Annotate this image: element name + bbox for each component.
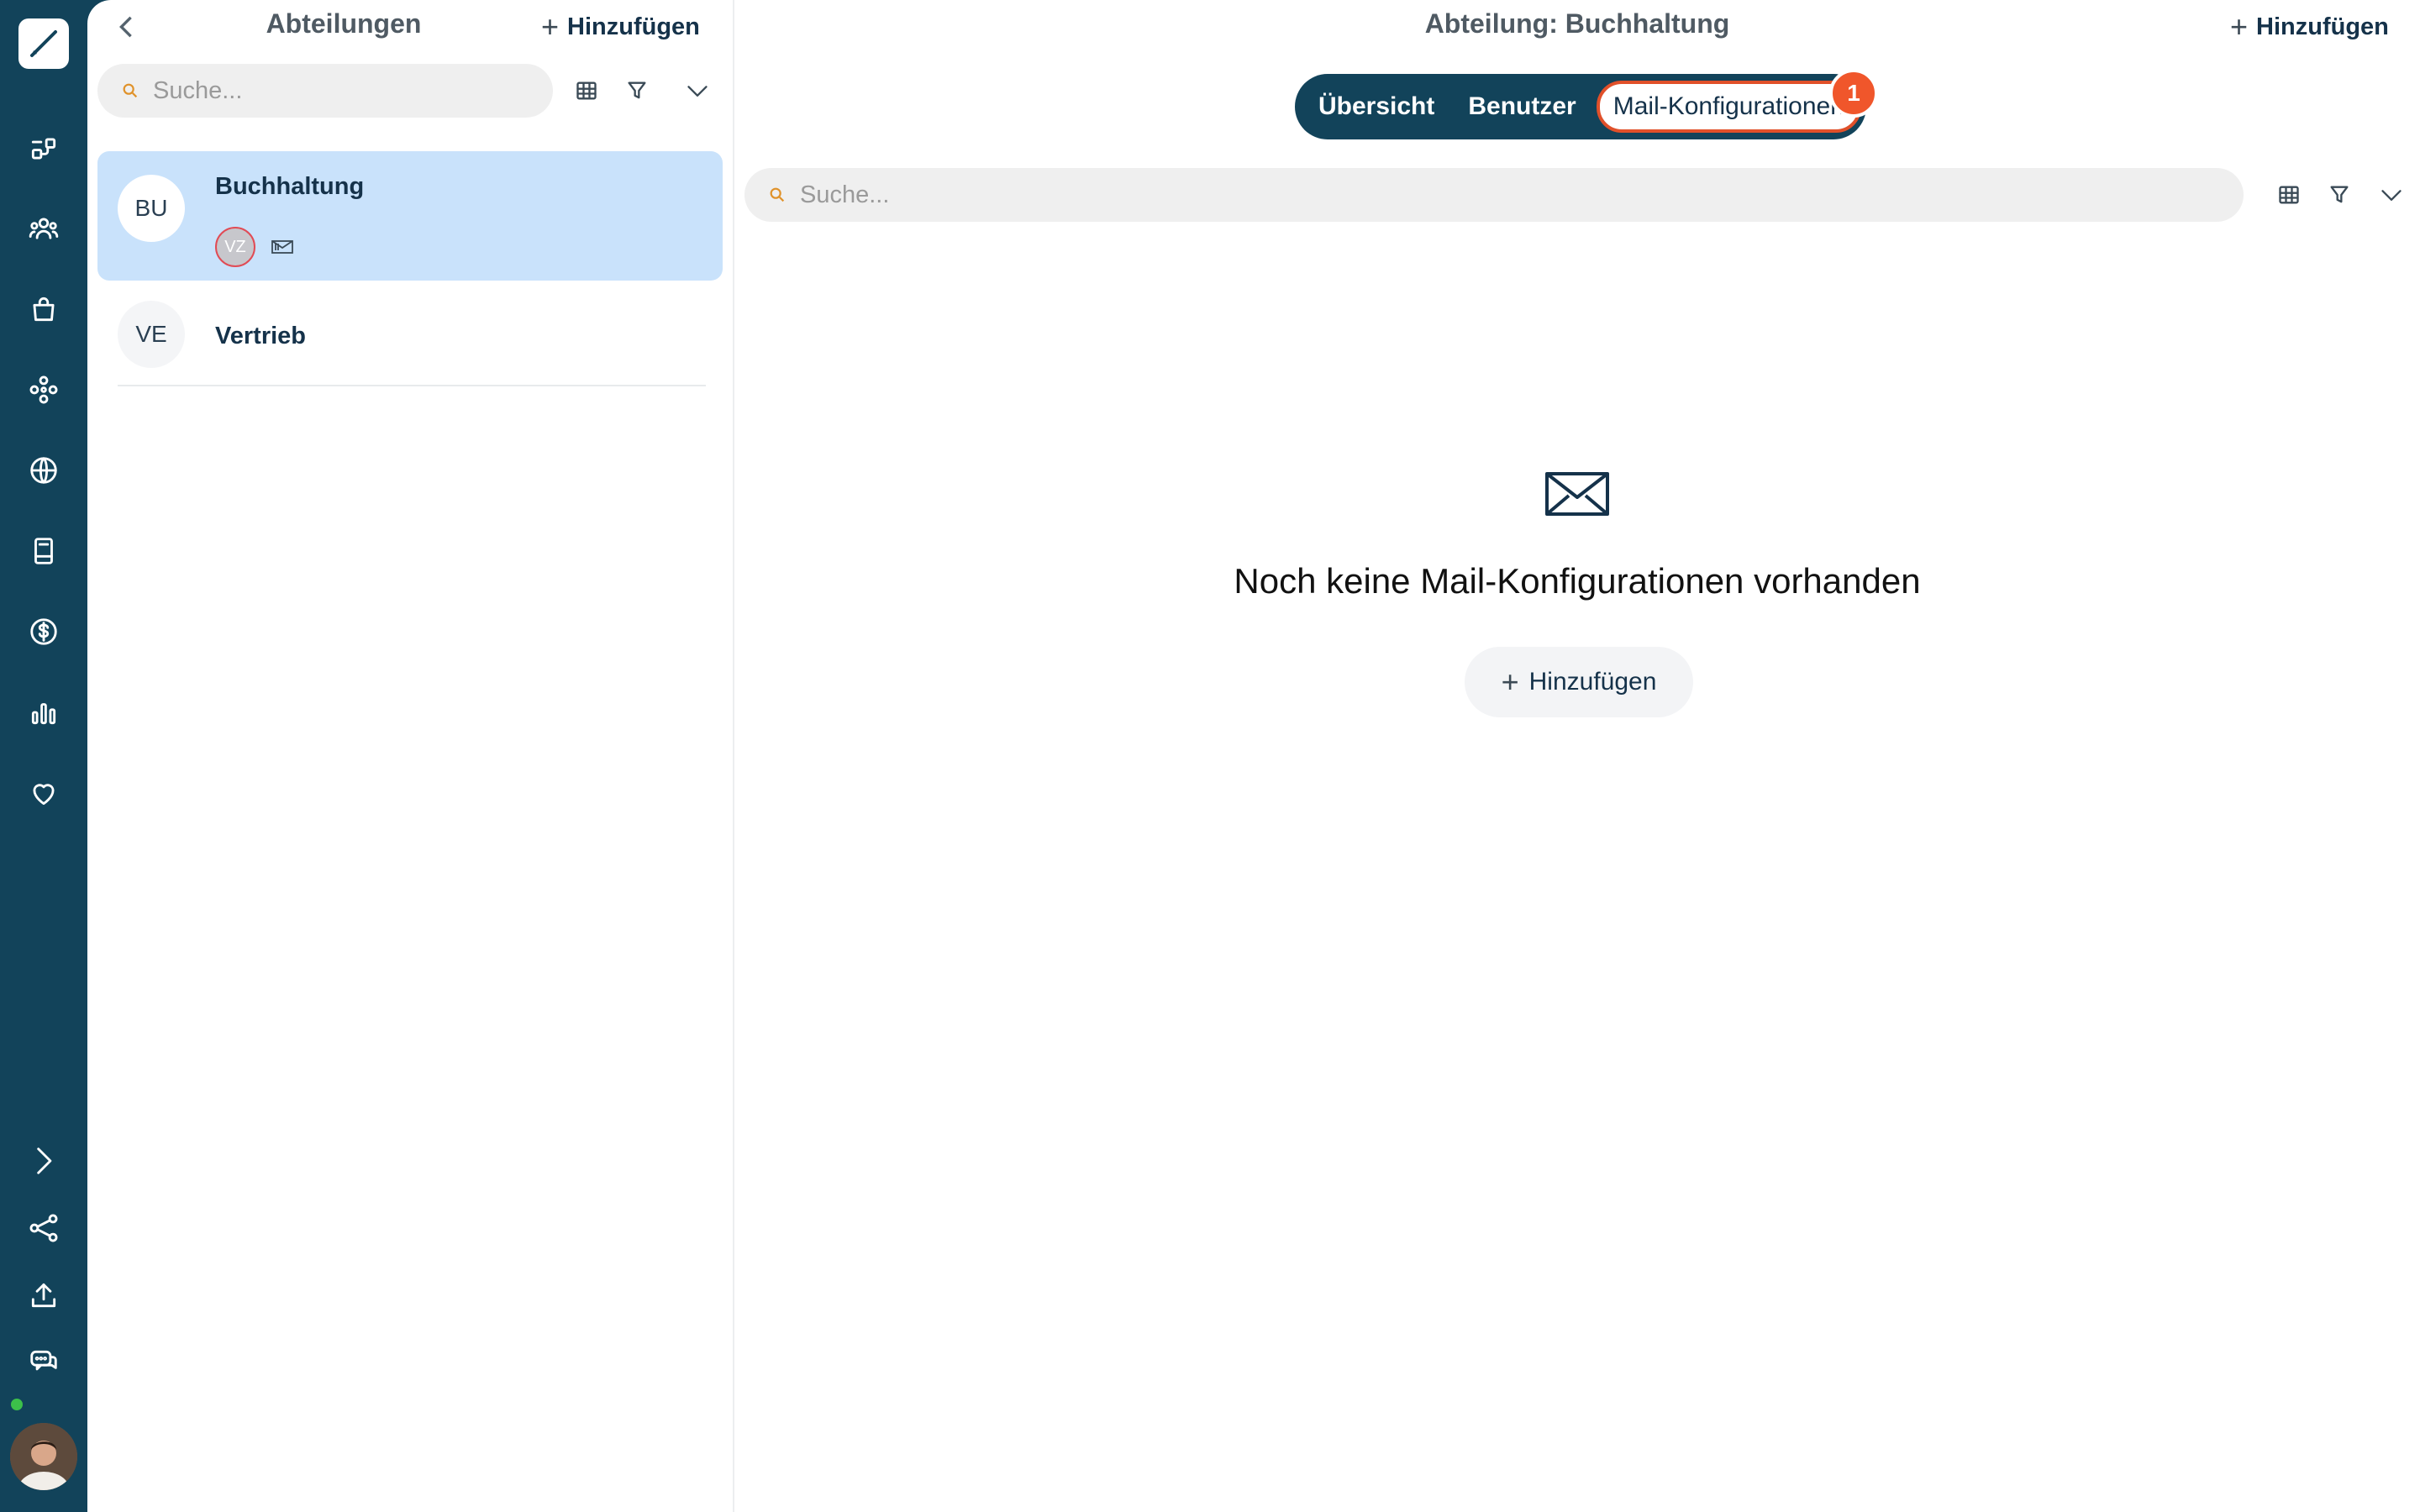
department-item-buchhaltung[interactable]: BU Buchhaltung VZ bbox=[97, 151, 723, 281]
plus-icon: + bbox=[1501, 664, 1519, 699]
step-badge: 1 bbox=[1829, 69, 1878, 118]
mail-icon bbox=[271, 239, 294, 255]
app-rail bbox=[0, 0, 87, 1512]
add-department-button[interactable]: + Hinzufügen bbox=[541, 12, 700, 42]
tab-bar: Übersicht Benutzer Mail-Konfigurationen bbox=[1295, 74, 1866, 139]
users-group-icon[interactable] bbox=[25, 210, 62, 247]
department-name: Buchhaltung bbox=[215, 173, 365, 200]
search-icon bbox=[770, 187, 785, 202]
search-input[interactable] bbox=[800, 181, 1981, 209]
chevron-left-icon bbox=[119, 16, 132, 38]
plus-icon: + bbox=[541, 9, 560, 44]
department-name: Vertrieb bbox=[215, 323, 306, 349]
list-divider bbox=[118, 385, 706, 386]
network-icon[interactable] bbox=[25, 371, 62, 408]
add-button-label: Hinzufügen bbox=[1528, 668, 1657, 696]
department-avatar: VE bbox=[118, 301, 185, 368]
back-button[interactable] bbox=[113, 12, 139, 42]
avatar[interactable] bbox=[10, 1423, 77, 1490]
share-icon[interactable] bbox=[25, 1210, 62, 1247]
pen-logo-icon[interactable] bbox=[18, 18, 69, 69]
tab-overview[interactable]: Übersicht bbox=[1318, 92, 1434, 121]
globe-icon[interactable] bbox=[25, 452, 62, 489]
online-status-dot bbox=[8, 1396, 25, 1413]
plus-icon: + bbox=[2230, 9, 2249, 44]
chevron-right-icon[interactable] bbox=[25, 1142, 62, 1179]
filter-icon[interactable] bbox=[2323, 178, 2356, 212]
bar-chart-icon[interactable] bbox=[25, 694, 62, 731]
detail-title: Abteilung: Buchhaltung bbox=[1424, 8, 1730, 39]
shopping-bag-icon[interactable] bbox=[25, 291, 62, 328]
departments-panel: Abteilungen + Hinzufügen BU Buchhaltung … bbox=[87, 0, 734, 1512]
tab-users[interactable]: Benutzer bbox=[1468, 92, 1576, 121]
table-view-icon[interactable] bbox=[2272, 178, 2306, 212]
filter-icon[interactable] bbox=[620, 74, 654, 108]
department-detail-panel: Abteilung: Buchhaltung + Hinzufügen Über… bbox=[734, 0, 2420, 1512]
add-button-label: Hinzufügen bbox=[567, 13, 700, 40]
upload-icon[interactable] bbox=[25, 1277, 62, 1314]
page-title: Abteilungen bbox=[266, 8, 422, 39]
departments-header: Abteilungen + Hinzufügen bbox=[87, 0, 734, 54]
add-button-label: Hinzufügen bbox=[2256, 13, 2389, 40]
chat-icon[interactable] bbox=[25, 1344, 62, 1381]
user-badge: VZ bbox=[215, 227, 255, 267]
table-view-icon[interactable] bbox=[570, 74, 603, 108]
envelope-icon bbox=[1544, 470, 1611, 517]
chevron-down-icon[interactable] bbox=[681, 74, 714, 108]
add-button[interactable]: + Hinzufügen bbox=[2230, 12, 2389, 42]
add-mail-config-button[interactable]: + Hinzufügen bbox=[1465, 647, 1693, 717]
dollar-icon[interactable] bbox=[25, 613, 62, 650]
department-avatar: BU bbox=[118, 175, 185, 242]
search-icon bbox=[123, 83, 138, 98]
empty-state: Noch keine Mail-Konfigurationen vorhande… bbox=[734, 470, 2420, 717]
heart-icon[interactable] bbox=[25, 774, 62, 811]
empty-message: Noch keine Mail-Konfigurationen vorhande… bbox=[1234, 561, 1921, 601]
department-search bbox=[97, 64, 553, 118]
mail-config-search bbox=[744, 168, 2244, 222]
book-icon[interactable] bbox=[25, 533, 62, 570]
tab-mail-configurations[interactable]: Mail-Konfigurationen bbox=[1596, 81, 1861, 133]
department-item-vertrieb[interactable]: VE Vertrieb bbox=[97, 297, 723, 381]
chevron-down-icon[interactable] bbox=[2375, 178, 2408, 212]
flow-icon[interactable] bbox=[25, 130, 62, 167]
search-input[interactable] bbox=[153, 76, 499, 105]
